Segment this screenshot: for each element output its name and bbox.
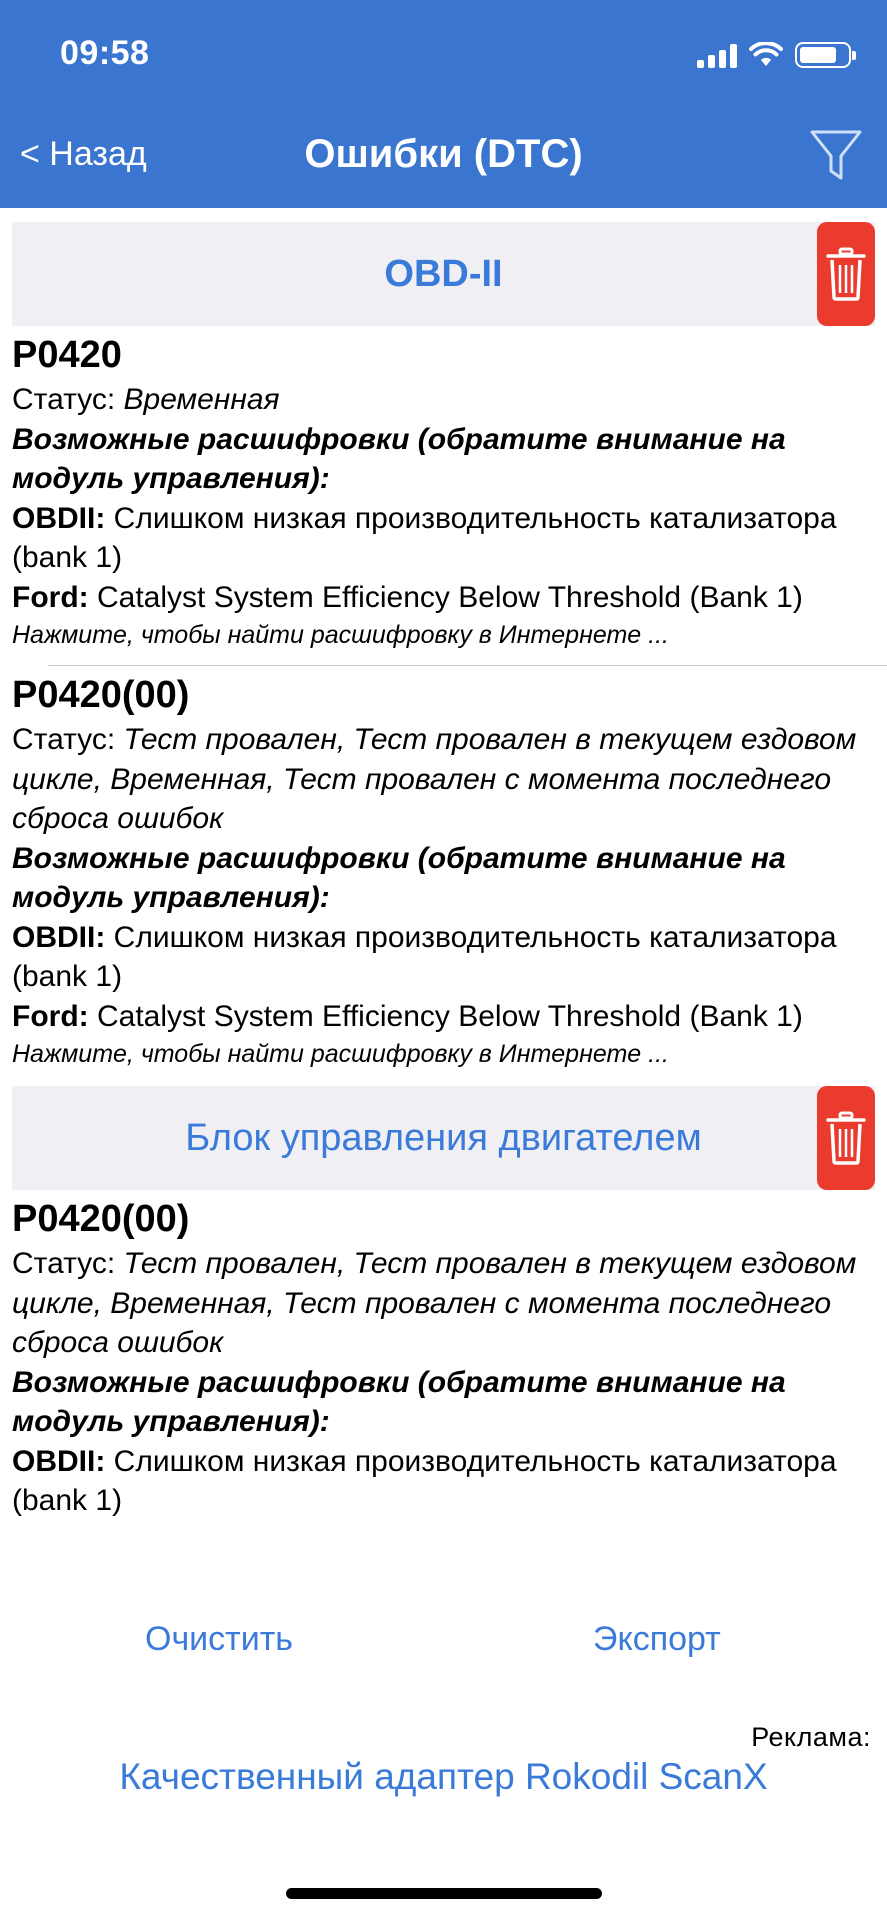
dtc-status: Статус: Тест провален, Тест провален в т… <box>12 723 857 835</box>
decoding-obdii: OBDII: Слишком низкая производительность… <box>12 1444 837 1518</box>
signal-icon <box>697 44 737 68</box>
wifi-icon <box>749 42 783 66</box>
dtc-code: P0420 <box>12 334 122 376</box>
page-title: Ошибки (DTC) <box>304 132 583 176</box>
filter-button[interactable] <box>809 128 863 182</box>
trash-icon <box>826 1111 866 1165</box>
decoding-ford: Ford: Catalyst System Efficiency Below T… <box>12 999 803 1033</box>
dtc-item[interactable]: P0420 Статус: Временная Возможные расшиф… <box>0 330 887 653</box>
divider <box>48 665 887 666</box>
decoding-obdii: OBDII: Слишком низкая производительность… <box>12 920 837 994</box>
bottom-toolbar: Очистить Экспорт <box>0 1600 887 1680</box>
export-button[interactable]: Экспорт <box>593 1620 721 1659</box>
decoding-ford: Ford: Catalyst System Efficiency Below T… <box>12 580 803 614</box>
filter-icon <box>810 130 862 180</box>
decodings-label: Возможные расшифровки (обратите внимание… <box>12 1365 786 1439</box>
decodings-label: Возможные расшифровки (обратите внимание… <box>12 422 786 496</box>
section-title: Блок управления двигателем <box>185 1117 702 1159</box>
clear-button[interactable]: Очистить <box>145 1620 293 1659</box>
dtc-code: P0420(00) <box>12 674 190 716</box>
ad-label: Реклама: <box>751 1722 871 1752</box>
status-icons <box>697 40 856 68</box>
delete-section-button[interactable] <box>817 222 875 326</box>
navigation-header: 09:58 < Назад Ошибки (DTC) <box>0 0 887 208</box>
dtc-status: Статус: Тест провален, Тест провален в т… <box>12 1247 857 1359</box>
section-title: OBD-II <box>384 253 503 295</box>
search-online-hint[interactable]: Нажмите, чтобы найти расшифровку в Интер… <box>12 617 875 653</box>
section-header-engine-control: Блок управления двигателем <box>12 1086 875 1190</box>
delete-section-button[interactable] <box>817 1086 875 1190</box>
dtc-status: Статус: Временная <box>12 383 280 416</box>
search-online-hint[interactable]: Нажмите, чтобы найти расшифровку в Интер… <box>12 1036 875 1072</box>
dtc-item[interactable]: P0420(00) Статус: Тест провален, Тест пр… <box>0 670 887 1072</box>
dtc-list[interactable]: OBD-II P0420 Статус: Временная Возможные… <box>0 208 887 1564</box>
dtc-code: P0420(00) <box>12 1198 190 1240</box>
decodings-label: Возможные расшифровки (обратите внимание… <box>12 841 786 915</box>
battery-icon <box>795 42 856 68</box>
decoding-obdii: OBDII: Слишком низкая производительность… <box>12 501 837 575</box>
home-indicator[interactable] <box>286 1888 602 1899</box>
trash-icon <box>826 247 866 301</box>
section-header-obd2: OBD-II <box>12 222 875 326</box>
ad-link[interactable]: Качественный адаптер Rokodil ScanX <box>0 1756 887 1798</box>
status-time: 09:58 <box>60 34 150 72</box>
dtc-item[interactable]: P0420(00) Статус: Тест провален, Тест пр… <box>0 1194 887 1521</box>
